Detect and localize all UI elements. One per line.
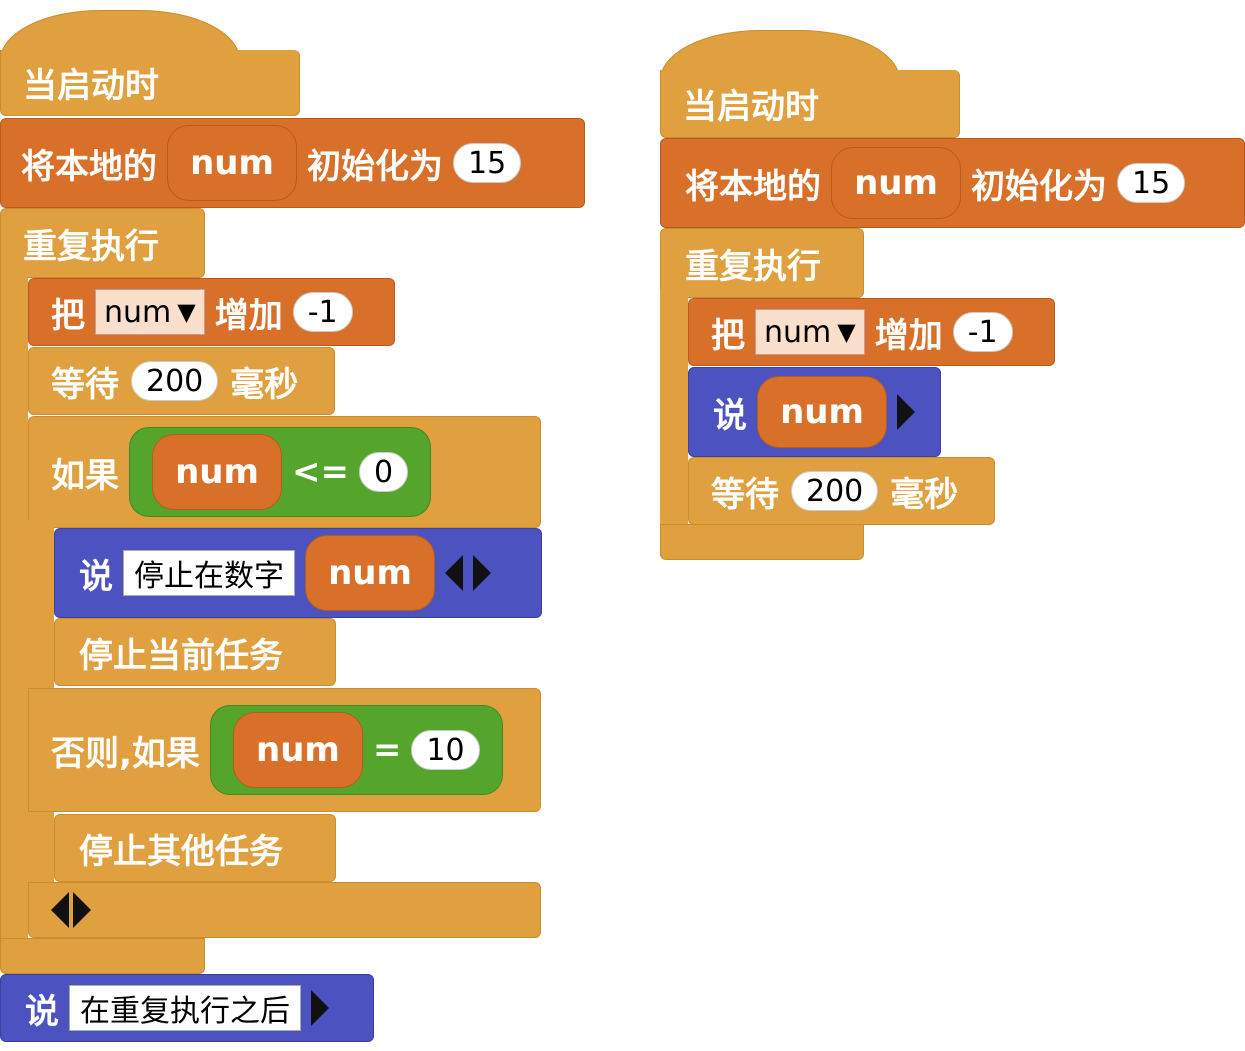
say-after-text-input[interactable]: 在重复执行之后 xyxy=(69,985,301,1031)
dropdown-arrow-icon: ▼ xyxy=(837,318,856,346)
change-var-block[interactable]: 把 num ▼ 增加 -1 xyxy=(688,298,1055,366)
init-local-block[interactable]: 将本地的 num 初始化为 15 xyxy=(0,118,585,208)
repeat-c-bottom xyxy=(660,524,864,560)
collapse-left-icon[interactable] xyxy=(51,892,69,928)
say-block[interactable]: 说 num xyxy=(688,367,941,457)
say-text-input[interactable]: 停止在数字 xyxy=(123,550,295,596)
if-c-bottom xyxy=(28,882,541,938)
init-mid: 初始化为 xyxy=(971,166,1107,207)
change-mid: 增加 xyxy=(214,295,283,336)
equals-symbol: = xyxy=(372,730,402,770)
stop-current-task-block[interactable]: 停止当前任务 xyxy=(54,618,336,686)
when-started-label: 当启动时 xyxy=(683,87,819,127)
change-prefix: 把 xyxy=(51,295,85,336)
init-prefix: 将本地的 xyxy=(21,146,157,187)
lte-operator[interactable]: num <= 0 xyxy=(129,427,432,517)
stop-other-tasks-block[interactable]: 停止其他任务 xyxy=(54,814,336,882)
when-started-label: 当启动时 xyxy=(23,66,159,106)
expand-right-icon[interactable] xyxy=(473,555,491,591)
elseif-compare-input[interactable]: 10 xyxy=(411,730,480,770)
say-var-reporter[interactable]: num xyxy=(757,376,887,448)
repeat-label: 重复执行 xyxy=(685,246,821,287)
else-if-row[interactable]: 否则,如果 num = 10 xyxy=(28,688,541,812)
init-mid: 初始化为 xyxy=(307,146,443,187)
init-value-input[interactable]: 15 xyxy=(453,143,522,183)
when-started-block[interactable]: 当启动时 xyxy=(660,70,960,138)
init-prefix: 将本地的 xyxy=(685,166,821,207)
var-dropdown[interactable]: num ▼ xyxy=(755,309,865,355)
lte-symbol: <= xyxy=(292,452,349,492)
dropdown-arrow-icon: ▼ xyxy=(177,298,196,326)
wait-prefix: 等待 xyxy=(51,364,119,405)
repeat-label: 重复执行 xyxy=(23,226,159,267)
repeat-forever-block[interactable]: 重复执行 xyxy=(660,228,864,298)
wait-ms-input[interactable]: 200 xyxy=(131,361,219,401)
say-after-label: 说 xyxy=(25,991,59,1032)
expand-right-icon[interactable] xyxy=(311,990,329,1026)
say-var-reporter[interactable]: num xyxy=(305,535,435,611)
change-value-input[interactable]: -1 xyxy=(292,292,353,332)
var-dropdown[interactable]: num ▼ xyxy=(95,289,205,335)
repeat-c-bottom xyxy=(0,938,205,974)
if-label: 如果 xyxy=(51,455,119,496)
if-block[interactable]: 如果 num <= 0 xyxy=(28,416,541,528)
if-compare-input[interactable]: 0 xyxy=(358,452,409,492)
equals-operator[interactable]: num = 10 xyxy=(209,705,503,795)
init-value-input[interactable]: 15 xyxy=(1117,163,1186,203)
repeat-forever-block[interactable]: 重复执行 xyxy=(0,208,205,278)
init-local-block[interactable]: 将本地的 num 初始化为 15 xyxy=(660,138,1245,228)
stop-other-label: 停止其他任务 xyxy=(79,831,283,872)
say-block[interactable]: 说 停止在数字 num xyxy=(54,528,542,618)
change-var-block[interactable]: 把 num ▼ 增加 -1 xyxy=(28,278,395,346)
local-var-reporter[interactable]: num xyxy=(167,125,297,201)
expand-right-icon[interactable] xyxy=(897,394,915,430)
change-mid: 增加 xyxy=(874,315,943,356)
var-dropdown-value: num xyxy=(764,314,832,350)
say-after-loop-block[interactable]: 说 在重复执行之后 xyxy=(0,974,374,1042)
elseif-var-reporter[interactable]: num xyxy=(232,712,363,788)
var-dropdown-value: num xyxy=(104,294,172,330)
say-label: 说 xyxy=(713,395,747,436)
when-started-block[interactable]: 当启动时 xyxy=(0,50,300,116)
stop-current-label: 停止当前任务 xyxy=(79,635,283,676)
local-var-reporter[interactable]: num xyxy=(831,147,961,219)
collapse-left-icon[interactable] xyxy=(445,555,463,591)
repeat-c-arm xyxy=(0,270,28,950)
repeat-c-arm xyxy=(660,290,688,530)
say-label: 说 xyxy=(79,556,113,597)
wait-block[interactable]: 等待 200 毫秒 xyxy=(28,347,335,415)
wait-block[interactable]: 等待 200 毫秒 xyxy=(688,457,995,525)
else-if-label: 否则,如果 xyxy=(51,733,200,774)
wait-suffix: 毫秒 xyxy=(890,474,959,515)
wait-suffix: 毫秒 xyxy=(230,364,299,405)
if-var-reporter[interactable]: num xyxy=(152,434,282,510)
change-value-input[interactable]: -1 xyxy=(952,312,1013,352)
wait-prefix: 等待 xyxy=(711,474,779,515)
expand-right-icon[interactable] xyxy=(73,892,91,928)
wait-ms-input[interactable]: 200 xyxy=(791,471,879,511)
change-prefix: 把 xyxy=(711,315,745,356)
